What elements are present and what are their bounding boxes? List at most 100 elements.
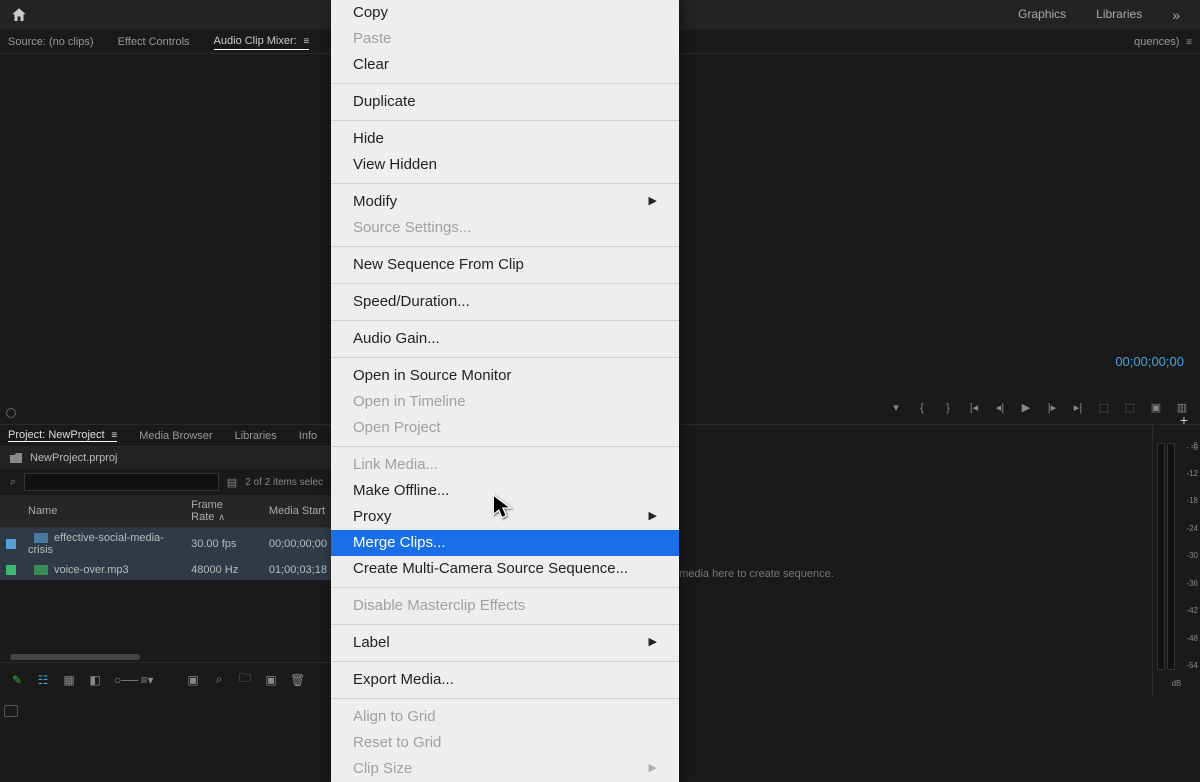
extract-icon[interactable]: ⬚ [1124, 401, 1136, 414]
freeform-view-icon[interactable]: ◧ [88, 673, 102, 687]
project-filename: NewProject.prproj [30, 452, 117, 464]
table-row[interactable]: effective-social-media-crisis30.00 fps00… [0, 528, 333, 561]
meter-tick: -54 [1186, 661, 1198, 670]
menu-item-label: Reset to Grid [353, 735, 441, 750]
project-toolbar: ✎ ☷ ▦ ◧ ○── ≡▾ ▣ ⌕ 🗀 ▣ 🗑 [0, 662, 333, 696]
menu-item-open-in-source-monitor[interactable]: Open in Source Monitor [331, 363, 679, 389]
meter-tick: -36 [1186, 579, 1198, 588]
mark-in-icon[interactable]: ▾ [890, 401, 902, 414]
meter-tick: -42 [1186, 606, 1198, 615]
menu-separator [331, 183, 679, 184]
menu-item-copy[interactable]: Copy [331, 0, 679, 26]
col-media-start[interactable]: Media Start [263, 495, 333, 528]
icon-view-icon[interactable]: ▦ [62, 673, 76, 687]
step-fwd-icon[interactable]: |▸ [1046, 401, 1058, 414]
menu-item-view-hidden[interactable]: View Hidden [331, 152, 679, 178]
meter-tick: -18 [1186, 496, 1198, 505]
pencil-icon[interactable]: ✎ [10, 673, 24, 687]
timeline-drop-hint: Drop media here to create sequence. [652, 568, 834, 580]
clip-type-icon [34, 565, 48, 575]
menu-item-label: Open in Source Monitor [353, 368, 511, 383]
new-bin-icon[interactable]: 🗀 [238, 669, 252, 690]
go-to-in-icon[interactable]: |◂ [968, 401, 980, 414]
table-row[interactable]: voice-over.mp348000 Hz01;00;03;18 [0, 560, 333, 580]
tab-menu-icon[interactable]: ≡ [301, 36, 310, 47]
menu-item-hide[interactable]: Hide [331, 126, 679, 152]
menu-item-label: View Hidden [353, 157, 437, 172]
menu-item-proxy[interactable]: Proxy ▶ [331, 504, 679, 530]
tab-sequences[interactable]: quences) ≡ [1134, 34, 1192, 50]
menu-item-align-to-grid: Align to Grid [331, 704, 679, 730]
menu-separator [331, 661, 679, 662]
tab-info[interactable]: Info [299, 430, 317, 442]
workspace-libraries[interactable]: Libraries [1096, 7, 1142, 23]
play-icon[interactable]: ▶ [1020, 401, 1032, 414]
menu-item-label: Make Offline... [353, 483, 449, 498]
menu-item-label: Label [353, 635, 390, 650]
clip-frame-rate: 48000 Hz [185, 560, 263, 580]
export-frame-icon[interactable]: ▣ [1150, 401, 1162, 414]
menu-item-duplicate[interactable]: Duplicate [331, 89, 679, 115]
menu-item-label: Speed/Duration... [353, 294, 470, 309]
col-name[interactable]: Name [22, 495, 185, 528]
project-items-table: Name Frame Rate∧ Media Start effective-s… [0, 495, 333, 580]
bin-filter-icon[interactable]: ▤ [227, 476, 237, 489]
zoom-slider-icon[interactable]: ○── [114, 673, 128, 687]
find-icon[interactable]: ⌕ [212, 672, 226, 687]
lift-icon[interactable]: ⬚ [1098, 401, 1110, 414]
tab-menu-icon[interactable]: ≡ [1183, 37, 1192, 48]
menu-item-clear[interactable]: Clear [331, 52, 679, 78]
submenu-arrow-icon: ▶ [649, 196, 657, 207]
tab-menu-icon[interactable]: ≡ [109, 430, 118, 441]
meter-unit: dB [1153, 679, 1200, 688]
bracket-out-icon[interactable]: } [942, 402, 954, 414]
label-swatch [6, 539, 16, 549]
go-to-out-icon[interactable]: ▸| [1072, 401, 1084, 414]
menu-item-label: Proxy [353, 509, 391, 524]
tab-effect-controls[interactable]: Effect Controls [118, 34, 190, 50]
menu-item-source-settings: Source Settings... [331, 215, 679, 241]
menu-item-new-sequence-from-clip[interactable]: New Sequence From Clip [331, 252, 679, 278]
menu-item-label: Source Settings... [353, 220, 471, 235]
project-panel-tabs: Project: NewProject ≡ Media Browser Libr… [0, 425, 333, 447]
clip-media-start: 00;00;00;00 [263, 528, 333, 561]
bracket-in-icon[interactable]: { [916, 402, 928, 414]
submenu-arrow-icon: ▶ [649, 511, 657, 522]
step-back-icon[interactable]: ◂| [994, 401, 1006, 414]
trash-icon[interactable]: 🗑 [290, 673, 304, 687]
list-view-icon[interactable]: ☷ [36, 673, 50, 687]
menu-item-label: Duplicate [353, 94, 416, 109]
menu-item-modify[interactable]: Modify▶ [331, 189, 679, 215]
menu-item-merge-clips[interactable]: Merge Clips... [331, 530, 679, 556]
clip-name: effective-social-media-crisis [28, 532, 164, 556]
menu-item-make-offline[interactable]: Make Offline... [331, 478, 679, 504]
tab-source[interactable]: Source: (no clips) [8, 34, 94, 50]
menu-item-label[interactable]: Label▶ [331, 630, 679, 656]
menu-item-create-multi-camera-source-sequence[interactable]: Create Multi-Camera Source Sequence... [331, 556, 679, 582]
tab-media-browser[interactable]: Media Browser [139, 430, 212, 442]
audio-meter-right [1167, 443, 1175, 670]
workspace-overflow-icon[interactable]: » [1172, 7, 1180, 23]
search-input[interactable] [24, 473, 219, 491]
home-icon[interactable] [10, 6, 28, 24]
automate-icon[interactable]: ▣ [186, 673, 200, 687]
tab-libraries[interactable]: Libraries [235, 430, 277, 442]
menu-separator [331, 283, 679, 284]
tab-project[interactable]: Project: NewProject ≡ [8, 429, 117, 442]
sort-icon[interactable]: ≡▾ [140, 673, 154, 687]
menu-separator [331, 446, 679, 447]
new-item-icon[interactable]: ▣ [264, 673, 278, 687]
context-menu: CopyPasteClearDuplicateHideView HiddenMo… [331, 0, 679, 782]
menu-separator [331, 587, 679, 588]
horizontal-scrollbar[interactable] [10, 652, 323, 662]
transport-controls: ▾ { } |◂ ◂| ▶ |▸ ▸| ⬚ ⬚ ▣ ▥ [890, 401, 1188, 414]
menu-item-label: New Sequence From Clip [353, 257, 524, 272]
col-frame-rate[interactable]: Frame Rate∧ [185, 495, 263, 528]
menu-item-speed-duration[interactable]: Speed/Duration... [331, 289, 679, 315]
menu-item-export-media[interactable]: Export Media... [331, 667, 679, 693]
tab-audio-clip-mixer[interactable]: Audio Clip Mixer: ≡ [214, 33, 310, 50]
menu-item-open-project: Open Project [331, 415, 679, 441]
resize-handle-icon[interactable] [4, 705, 18, 717]
menu-item-audio-gain[interactable]: Audio Gain... [331, 326, 679, 352]
workspace-graphics[interactable]: Graphics [1018, 7, 1066, 23]
